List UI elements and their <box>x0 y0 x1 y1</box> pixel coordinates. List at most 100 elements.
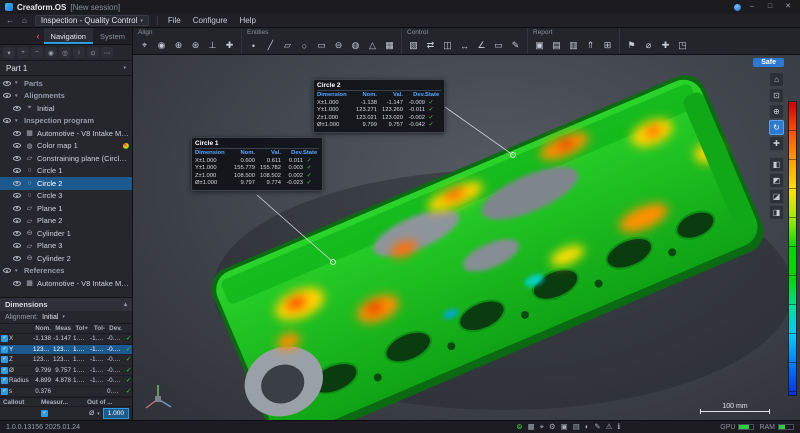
more-icon[interactable]: ⋯ <box>101 47 113 58</box>
search-icon[interactable]: ⊙ <box>87 47 99 58</box>
sort-icon[interactable]: ↕ <box>73 47 85 58</box>
collapse-all-icon[interactable]: − <box>31 47 43 58</box>
annotation-circle-1[interactable]: Circle 1 Dimension Nom. Val. Dev. State … <box>191 137 323 191</box>
tree-item[interactable]: ▾ ◍ Color map 1 <box>0 140 132 153</box>
datum-alignment-icon[interactable]: ⊥ <box>204 38 221 54</box>
show-all-icon[interactable]: ◉ <box>45 47 57 58</box>
annotation-icon[interactable]: ⚑ <box>623 38 640 54</box>
3d-viewport[interactable]: Circle 2 Dimension Nom. Val. Dev. State … <box>133 55 800 420</box>
dimension-row[interactable]: ✓ Z 123.021 123.020 1.000 -1.000 -0.002 … <box>0 355 132 366</box>
share-icon[interactable]: ⊞ <box>599 38 616 54</box>
collapse-panel-icon[interactable]: ‹ <box>37 31 44 41</box>
dimension-row[interactable]: ✓ X -1.138 -1.147 1.000 -1.000 -0.009 ✓ <box>0 334 132 345</box>
visibility-eye-icon[interactable] <box>13 192 22 199</box>
home-icon[interactable]: ⌂ <box>22 16 27 25</box>
visibility-eye-icon[interactable] <box>13 230 22 237</box>
chevron-up-icon[interactable]: ▴ <box>124 301 127 308</box>
edit-status-icon[interactable]: ✎ <box>594 422 600 432</box>
home-view-icon[interactable]: ⌂ <box>769 72 784 87</box>
maximize-button[interactable]: □ <box>763 0 777 14</box>
coordinate-system-icon[interactable]: ✚ <box>221 38 238 54</box>
safe-mode-button[interactable]: Safe <box>753 58 784 67</box>
rps-alignment-icon[interactable]: ⊛ <box>187 38 204 54</box>
visibility-eye-icon[interactable] <box>13 167 22 174</box>
color-map-icon[interactable]: ▧ <box>405 38 422 54</box>
tree-item[interactable]: ▾ References <box>0 265 132 278</box>
dimension-row[interactable]: ✓ Ø 9.799 9.757 1.000 -1.000 -0.042 ✓ <box>0 366 132 377</box>
tree-item[interactable]: ▾ ○ Circle 2 <box>0 177 132 190</box>
callout-checkbox[interactable]: ✓ <box>41 410 48 417</box>
visibility-eye-icon[interactable] <box>13 142 22 149</box>
menu-configure[interactable]: Configure <box>191 16 230 25</box>
snapshot-icon[interactable]: ▣ <box>531 38 548 54</box>
close-button[interactable]: ✕ <box>781 0 795 14</box>
filter-icon[interactable]: ▾ <box>3 47 15 58</box>
tree-item[interactable]: ▾ ▱ Plane 3 <box>0 240 132 253</box>
angle-icon[interactable]: ∠ <box>473 38 490 54</box>
expander-icon[interactable]: ▾ <box>15 80 21 86</box>
circle-entity-icon[interactable]: ○ <box>296 38 313 54</box>
targets-status-icon[interactable]: ⌖ <box>540 422 544 432</box>
visibility-eye-icon[interactable] <box>3 117 12 124</box>
tree-item[interactable]: ▾ ▱ Plane 2 <box>0 215 132 228</box>
sphere-entity-icon[interactable]: ◍ <box>347 38 364 54</box>
tree-item[interactable]: ▾ ⌖ Initial <box>0 102 132 115</box>
deviation-color-scale[interactable] <box>788 101 797 396</box>
tree-item[interactable]: ▾ Inspection program <box>0 115 132 128</box>
back-icon[interactable]: ← <box>6 16 14 25</box>
warning-status-icon[interactable]: ⚠ <box>606 422 613 432</box>
gdt-icon[interactable]: ▭ <box>490 38 507 54</box>
fit-view-icon[interactable]: ⊡ <box>769 88 784 103</box>
account-icon[interactable] <box>734 4 741 11</box>
prealignment-icon[interactable]: ⌖ <box>136 38 153 54</box>
dimension-checkbox[interactable]: ✓ <box>1 388 8 395</box>
iso-view-icon[interactable]: ◩ <box>769 173 784 188</box>
dimension-icon[interactable]: ↔ <box>456 38 473 54</box>
expander-icon[interactable]: ▾ <box>15 118 21 124</box>
tree-item[interactable]: ▾ Alignments <box>0 90 132 103</box>
visibility-eye-icon[interactable] <box>13 242 22 249</box>
table-status-icon[interactable]: ▤ <box>573 422 580 432</box>
hide-all-icon[interactable]: ◎ <box>59 47 71 58</box>
visibility-eye-icon[interactable] <box>13 255 22 262</box>
dimension-checkbox[interactable]: ✓ <box>1 346 8 353</box>
expander-icon[interactable]: ▾ <box>15 93 21 99</box>
visibility-eye-icon[interactable] <box>13 130 22 137</box>
rotate-view-icon[interactable]: ↻ <box>769 120 784 135</box>
line-entity-icon[interactable]: ╱ <box>262 38 279 54</box>
tree-item[interactable]: ▾ ▱ Constraining plane (Circle 1) 1 <box>0 152 132 165</box>
slot-entity-icon[interactable]: ▭ <box>313 38 330 54</box>
callout-value[interactable]: 1.000 <box>103 408 129 419</box>
shading-mode-icon[interactable]: ◨ <box>769 205 784 220</box>
chevron-down-icon[interactable]: ▾ <box>97 411 100 417</box>
3d-model-canvas[interactable] <box>133 55 800 420</box>
best-fit-alignment-icon[interactable]: ◉ <box>153 38 170 54</box>
cylinder-entity-icon[interactable]: ⊖ <box>330 38 347 54</box>
tree-item[interactable]: ▾ ⊖ Cylinder 1 <box>0 227 132 240</box>
report-icon[interactable]: ▥ <box>565 38 582 54</box>
pan-view-icon[interactable]: ✚ <box>769 136 784 151</box>
annotation-circle-2[interactable]: Circle 2 Dimension Nom. Val. Dev. State … <box>313 79 445 133</box>
visibility-eye-icon[interactable] <box>3 80 12 87</box>
menu-help[interactable]: Help <box>237 16 257 25</box>
section-view-icon[interactable]: ◪ <box>769 189 784 204</box>
dimension-checkbox[interactable]: ✓ <box>1 377 8 384</box>
zoom-icon[interactable]: ⊕ <box>769 104 784 119</box>
dimension-checkbox[interactable]: ✓ <box>1 356 8 363</box>
expander-icon[interactable]: ▾ <box>15 268 21 274</box>
visibility-eye-icon[interactable] <box>13 155 22 162</box>
tree-item[interactable]: ▾ ▦ Automotive - V8 Intake Manifold C <box>0 127 132 140</box>
dimensions-panel-header[interactable]: Dimensions ▴ <box>0 298 132 311</box>
expand-all-icon[interactable]: + <box>17 47 29 58</box>
dimension-row[interactable]: ✓ Y 123.271 123.260 1.000 -1.000 -0.011 … <box>0 345 132 356</box>
settings-status-icon[interactable]: ⚙ <box>549 422 556 432</box>
snapshot-status-icon[interactable]: ▣ <box>561 422 568 432</box>
visibility-eye-icon[interactable] <box>13 217 22 224</box>
callout-row[interactable]: ✓ Ø ▾ 1.000 <box>0 407 132 420</box>
tree-item[interactable]: ▾ ○ Circle 1 <box>0 165 132 178</box>
note-icon[interactable]: ✎ <box>507 38 524 54</box>
panel-tab[interactable]: Navigation <box>44 28 93 44</box>
view-cube-icon[interactable]: ◳ <box>674 38 691 54</box>
visibility-eye-icon[interactable] <box>13 280 22 287</box>
feature-alignment-icon[interactable]: ⊕ <box>170 38 187 54</box>
